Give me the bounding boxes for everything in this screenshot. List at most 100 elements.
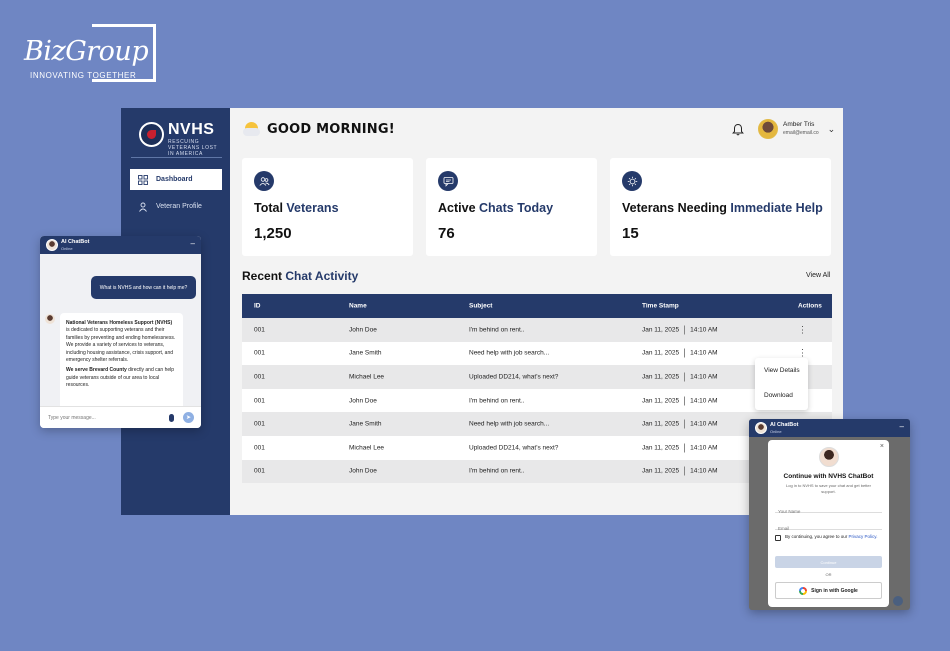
minimize-icon[interactable]: – xyxy=(900,422,904,431)
menu-item-download[interactable]: Download xyxy=(755,383,808,408)
nvhs-seal-icon xyxy=(139,122,164,147)
section-title: Recent Chat Activity xyxy=(242,269,359,283)
cell-subject: Need help with job search... xyxy=(469,349,550,357)
send-icon xyxy=(893,596,903,606)
column-header-name[interactable]: Name xyxy=(349,303,367,310)
name-input[interactable] xyxy=(775,505,882,514)
email-field[interactable] xyxy=(775,517,882,531)
privacy-policy-link[interactable]: Privacy Policy. xyxy=(849,534,878,539)
chatbot-window: AI ChatBot Online – What is NVHS and how… xyxy=(40,236,201,428)
cell-name: Jane Smith xyxy=(349,420,382,428)
chatbot-status: Online xyxy=(61,246,73,251)
cell-timestamp: Jan 11, 2025 14:10 AM xyxy=(642,372,718,382)
cell-timestamp: Jan 11, 2025 14:10 AM xyxy=(642,466,718,476)
column-header-timestamp[interactable]: Time Stamp xyxy=(642,303,679,310)
people-icon xyxy=(254,171,274,191)
cell-subject: I'm behind on rent.. xyxy=(469,326,525,334)
cell-date: Jan 11, 2025 xyxy=(642,350,680,358)
cell-date: Jan 11, 2025 xyxy=(642,326,680,334)
chatbot-title: AI ChatBot xyxy=(770,422,799,428)
avatar xyxy=(758,119,778,139)
table-row[interactable]: 001 John Doe I'm behind on rent.. Jan 11, 2… xyxy=(242,318,832,342)
bell-icon[interactable] xyxy=(732,123,744,136)
grid-icon xyxy=(138,174,148,185)
stat-card-immediate-help: Veterans Needing Immediate Help 15 xyxy=(610,158,831,256)
table-row[interactable]: 001 Michael Lee Uploaded DD214, what's nex… xyxy=(242,435,832,460)
cell-timestamp: Jan 11, 2025 14:10 AM xyxy=(642,443,718,453)
cell-subject: Uploaded DD214, what's next? xyxy=(469,373,559,381)
chatbot-status: Online xyxy=(770,429,782,434)
stat-label: Veterans Needing Immediate Help xyxy=(622,201,823,215)
close-icon[interactable]: × xyxy=(880,443,884,450)
user-email: email@email.co xyxy=(783,130,819,136)
table-row[interactable]: 001 Jane Smith Need help with job search..… xyxy=(242,341,832,366)
send-button[interactable]: ➤ xyxy=(183,412,194,423)
greeting: GOOD MORNING! xyxy=(243,122,395,137)
cell-id: 001 xyxy=(254,326,265,334)
table-row[interactable]: 001 John Doe I'm behind on rent.. Jan 11, 2… xyxy=(242,388,832,413)
chatbot-title: AI ChatBot xyxy=(61,239,90,245)
sidebar-item-label: Veteran Profile xyxy=(156,203,202,210)
bizgroup-logo: BizGroup INNOVATING TOGETHER xyxy=(22,24,162,84)
cell-subject: Need help with job search... xyxy=(469,420,550,428)
cell-timestamp: Jan 11, 2025 14:10 AM xyxy=(642,348,718,358)
sidebar-item-veteran-profile[interactable]: Veteran Profile xyxy=(130,196,222,217)
login-modal: × Continue with NVHS ChatBot Log in to N… xyxy=(768,440,889,607)
table-row[interactable]: 001 Michael Lee Uploaded DD214, what's nex… xyxy=(242,365,832,389)
bot-avatar xyxy=(819,447,839,467)
view-all-link[interactable]: View All xyxy=(806,272,830,279)
dashboard-window: NVHS RESCUING VETERANS LOST IN AMERICA D… xyxy=(121,108,843,515)
column-header-subject[interactable]: Subject xyxy=(469,303,492,310)
stat-value: 15 xyxy=(622,225,639,242)
person-icon xyxy=(139,202,147,212)
stat-value: 1,250 xyxy=(254,225,292,242)
cell-timestamp: Jan 11, 2025 14:10 AM xyxy=(642,419,718,429)
email-input[interactable] xyxy=(775,522,882,531)
cell-time: 14:10 AM xyxy=(690,397,718,405)
cell-date: Jan 11, 2025 xyxy=(642,420,680,428)
row-actions-menu: View Details Download xyxy=(755,358,808,410)
modal-title: Continue with NVHS ChatBot xyxy=(783,473,874,480)
chatbot-header: AI ChatBot Online – xyxy=(40,236,201,254)
chat-input-bar: ➤ xyxy=(40,406,201,428)
modal-subtitle: Log in to NVHS to save your chat and get… xyxy=(786,483,871,494)
cell-id: 001 xyxy=(254,467,265,475)
cell-name: Michael Lee xyxy=(349,373,385,381)
table-row[interactable]: 001 John Doe I'm behind on rent.. Jan 11, 2… xyxy=(242,459,832,484)
greeting-text: GOOD MORNING! xyxy=(267,122,395,137)
sidebar-item-dashboard[interactable]: Dashboard xyxy=(130,169,222,190)
agree-checkbox[interactable] xyxy=(775,535,781,541)
continue-button[interactable]: Continue xyxy=(775,556,882,568)
cell-time: 14:10 AM xyxy=(690,326,718,334)
org-name: NVHS xyxy=(168,121,215,138)
chevron-down-icon: ⌄ xyxy=(827,123,836,134)
org-tagline: RESCUING VETERANS LOST IN AMERICA xyxy=(168,139,218,157)
stat-label: Total Veterans xyxy=(254,201,339,215)
cell-id: 001 xyxy=(254,444,265,452)
cell-time: 14:10 AM xyxy=(690,373,718,381)
microphone-icon[interactable] xyxy=(169,414,174,422)
menu-item-view-details[interactable]: View Details xyxy=(755,358,808,383)
table-row[interactable]: 001 Jane Smith Need help with job search..… xyxy=(242,412,832,436)
cell-name: John Doe xyxy=(349,467,377,475)
google-signin-button[interactable]: Sign in with Google xyxy=(775,582,882,599)
column-header-actions: Actions xyxy=(798,302,822,310)
cell-name: Michael Lee xyxy=(349,444,385,452)
cell-date: Jan 11, 2025 xyxy=(642,444,680,452)
name-field[interactable] xyxy=(775,500,882,514)
cell-time: 14:10 AM xyxy=(690,468,718,476)
agree-text: By continuing, you agree to our Privacy … xyxy=(785,534,878,539)
cell-name: John Doe xyxy=(349,326,377,334)
user-menu[interactable]: Amber Tris email@email.co ⌄ xyxy=(758,119,835,139)
chatbot-header: AI ChatBot Online – xyxy=(749,419,910,437)
table-header: ID Name Subject Time Stamp Actions xyxy=(242,294,832,318)
cell-time: 14:10 AM xyxy=(690,420,718,428)
cell-timestamp: Jan 11, 2025 14:10 AM xyxy=(642,396,718,406)
chat-message-input[interactable] xyxy=(48,413,158,423)
more-options-icon[interactable]: ⋮ xyxy=(798,324,807,335)
minimize-icon[interactable]: – xyxy=(191,239,195,248)
cell-subject: I'm behind on rent.. xyxy=(469,397,525,405)
bot-avatar xyxy=(45,314,55,324)
column-header-id[interactable]: ID xyxy=(254,303,261,310)
cell-subject: I'm behind on rent.. xyxy=(469,467,525,475)
